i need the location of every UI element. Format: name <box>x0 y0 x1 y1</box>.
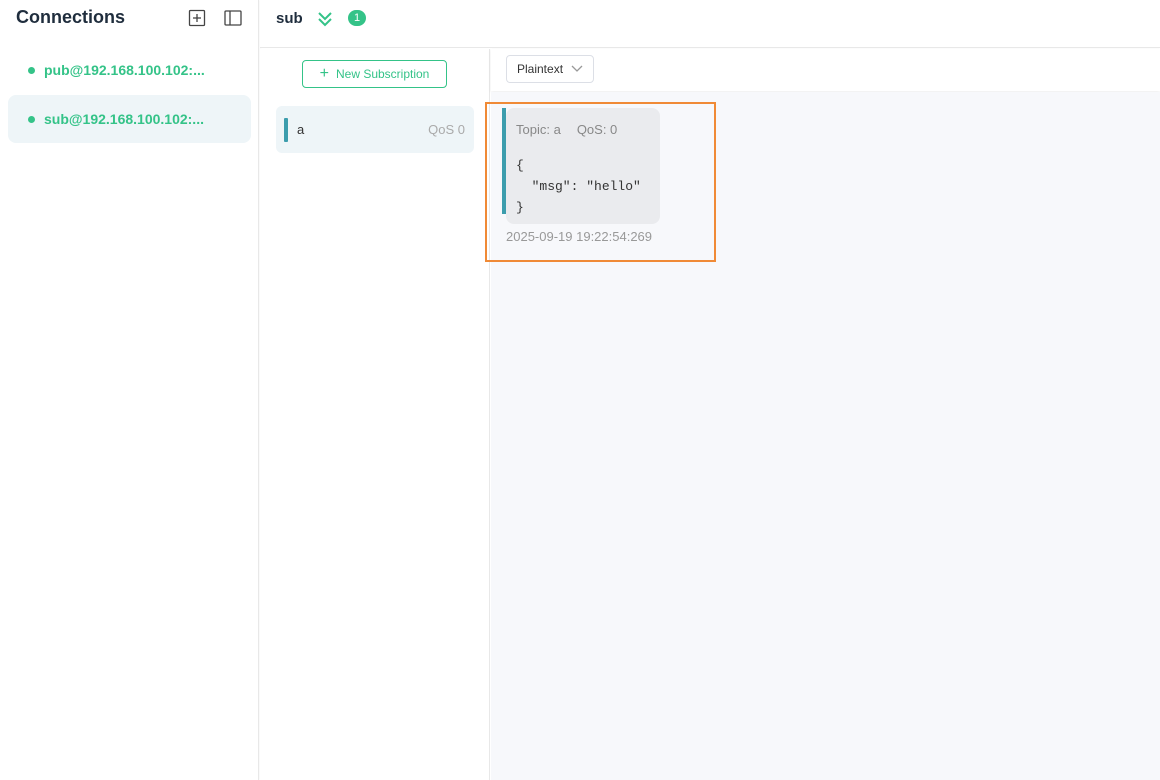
connection-label: pub@192.168.100.102:... <box>44 62 205 78</box>
message-topic-bar <box>502 108 506 214</box>
new-subscription-label: New Subscription <box>335 67 430 81</box>
payload-format-select[interactable]: Plaintext <box>506 55 594 83</box>
add-connection-icon[interactable] <box>188 9 206 27</box>
connection-status-dot <box>28 66 35 74</box>
plus-icon: + <box>319 65 329 82</box>
message-timestamp: 2025-09-19 19:22:54:269 <box>506 229 653 244</box>
toggle-sidebar-icon[interactable] <box>224 9 242 27</box>
connection-item-sub[interactable]: sub@192.168.100.102:... <box>8 95 251 143</box>
message-qos: QoS: 0 <box>576 122 618 137</box>
message-count-badge: 1 <box>348 10 366 26</box>
connections-sidebar: Connections pub@192.168.100.102:... sub@… <box>0 0 259 780</box>
subscription-topic: a <box>297 122 305 137</box>
chevron-down-icon <box>571 65 583 72</box>
subscription-qos: QoS 0 <box>428 122 465 137</box>
collapse-chevron-icon[interactable] <box>317 10 333 28</box>
message-payload: { "msg": "hello" } <box>516 158 641 215</box>
message-topic: Topic: a <box>516 122 561 137</box>
connection-label: sub@192.168.100.102:... <box>44 111 204 127</box>
message-meta: Topic: a QoS: 0 <box>516 122 633 137</box>
message-toolbar: Plaintext <box>491 49 1160 91</box>
message-card[interactable]: Topic: a QoS: 0 { "msg": "hello" } <box>506 108 660 224</box>
subscription-item[interactable]: a QoS 0 <box>276 106 474 153</box>
sidebar-title: Connections <box>16 7 126 27</box>
connection-status-dot <box>28 115 35 123</box>
connection-header: sub 1 <box>260 0 1160 48</box>
connection-item-pub[interactable]: pub@192.168.100.102:... <box>8 46 251 94</box>
payload-format-label: Plaintext <box>517 62 564 76</box>
message-list: Topic: a QoS: 0 { "msg": "hello" } 2025-0… <box>485 92 1160 780</box>
new-subscription-button[interactable]: + New Subscription <box>302 60 447 88</box>
subscriptions-panel: + New Subscription a QoS 0 <box>260 49 490 780</box>
topic-color-bar <box>284 118 288 142</box>
connection-title: sub <box>276 10 303 27</box>
